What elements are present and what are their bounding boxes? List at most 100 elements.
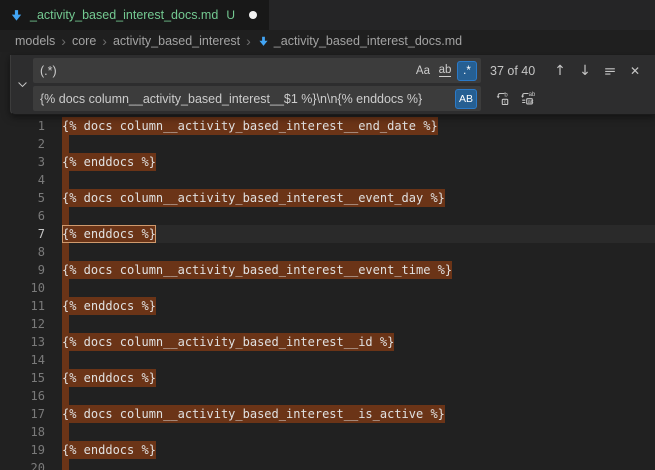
replace-button[interactable]: b c bbox=[491, 88, 513, 110]
code-line[interactable]: 14 bbox=[0, 351, 655, 369]
line-number[interactable]: 5 bbox=[0, 189, 45, 207]
code-line[interactable]: 5{% docs column__activity_based_interest… bbox=[0, 189, 655, 207]
preserve-case-button[interactable]: AB bbox=[455, 89, 477, 109]
find-match-highlight bbox=[62, 207, 69, 225]
code-line[interactable]: 3 {% enddocs %} bbox=[0, 153, 655, 171]
next-match-button[interactable]: ↓ bbox=[574, 60, 596, 82]
line-number[interactable]: 9 bbox=[0, 261, 45, 279]
line-number[interactable]: 8 bbox=[0, 243, 45, 261]
chevron-right-icon: › bbox=[59, 33, 68, 49]
find-match-highlight: {% docs column__activity_based_interest_… bbox=[62, 405, 445, 423]
code-line[interactable]: 16 bbox=[0, 387, 655, 405]
code-line[interactable]: 6 bbox=[0, 207, 655, 225]
find-match-highlight bbox=[62, 387, 69, 405]
code-line[interactable]: 18 bbox=[0, 423, 655, 441]
line-text: {% docs column__activity_based_interest_… bbox=[62, 117, 438, 135]
svg-text:c: c bbox=[504, 99, 507, 105]
find-match-highlight: {% enddocs %} bbox=[62, 153, 156, 171]
find-match-highlight: {% docs column__activity_based_interest_… bbox=[62, 261, 452, 279]
find-match-highlight: {% enddocs %} bbox=[62, 297, 156, 315]
find-input[interactable]: (.*) Aa ab .* bbox=[33, 58, 481, 83]
code-line[interactable]: 11 {% enddocs %} bbox=[0, 297, 655, 315]
line-number[interactable]: 20 bbox=[0, 459, 45, 470]
find-match-highlight: {% docs column__activity_based_interest_… bbox=[62, 117, 438, 135]
line-text bbox=[62, 171, 69, 189]
tab-title: _activity_based_interest_docs.md bbox=[30, 8, 218, 22]
breadcrumb-item-folder[interactable]: activity_based_interest bbox=[113, 34, 240, 48]
code-line[interactable]: 1 {% docs column__activity_based_interest… bbox=[0, 117, 655, 135]
breadcrumb-item-file[interactable]: _activity_based_interest_docs.md bbox=[257, 34, 462, 48]
line-number[interactable]: 3 bbox=[0, 153, 45, 171]
line-text: {% enddocs %} bbox=[62, 297, 156, 315]
code-line[interactable]: 19 {% enddocs %} bbox=[0, 441, 655, 459]
match-case-button[interactable]: Aa bbox=[413, 61, 433, 81]
line-number[interactable]: 11 bbox=[0, 297, 45, 315]
chevron-right-icon: › bbox=[100, 33, 109, 49]
line-number[interactable]: 19 bbox=[0, 441, 45, 459]
svg-text:b: b bbox=[504, 92, 508, 98]
line-text: {% enddocs %} bbox=[62, 369, 156, 387]
code-line[interactable]: 7 {% enddocs %} bbox=[0, 225, 655, 243]
code-line[interactable]: 20 bbox=[0, 459, 655, 470]
markdown-file-icon bbox=[9, 8, 24, 23]
line-number[interactable]: 17 bbox=[0, 405, 45, 423]
whole-word-button[interactable]: ab bbox=[435, 61, 455, 81]
line-number[interactable]: 14 bbox=[0, 351, 45, 369]
line-number[interactable]: 12 bbox=[0, 315, 45, 333]
line-text bbox=[62, 243, 69, 261]
code-line[interactable]: 10 bbox=[0, 279, 655, 297]
line-text: {% docs column__activity_based_interest_… bbox=[62, 333, 394, 351]
find-match-highlight bbox=[62, 171, 69, 189]
line-text bbox=[62, 387, 69, 405]
line-number[interactable]: 18 bbox=[0, 423, 45, 441]
line-number[interactable]: 2 bbox=[0, 135, 45, 153]
current-find-match: {% enddocs %} bbox=[62, 225, 156, 243]
find-match-highlight bbox=[62, 423, 69, 441]
find-in-selection-button[interactable] bbox=[599, 60, 621, 82]
code-line[interactable]: 17 {% docs column__activity_based_interes… bbox=[0, 405, 655, 423]
find-match-highlight: {% enddocs %} bbox=[62, 441, 156, 459]
line-number[interactable]: 10 bbox=[0, 279, 45, 297]
replace-all-button[interactable]: ab ac bbox=[516, 88, 538, 110]
tab-active[interactable]: _activity_based_interest_docs.md U bbox=[0, 0, 269, 30]
tab-bar: _activity_based_interest_docs.md U bbox=[0, 0, 655, 30]
line-number[interactable]: 15 bbox=[0, 369, 45, 387]
arrow-up-icon: ↑ bbox=[554, 63, 566, 79]
svg-text:ab: ab bbox=[529, 92, 535, 98]
line-number[interactable]: 1 bbox=[0, 117, 45, 135]
line-text bbox=[62, 207, 69, 225]
previous-match-button[interactable]: ↑ bbox=[549, 60, 571, 82]
code-line[interactable]: 15 {% enddocs %} bbox=[0, 369, 655, 387]
replace-input[interactable]: {% docs column__activity_based_interest_… bbox=[33, 86, 481, 111]
replace-icon: b c bbox=[494, 91, 510, 107]
git-status-badge: U bbox=[226, 8, 235, 22]
line-number[interactable]: 4 bbox=[0, 171, 45, 189]
toggle-replace-button[interactable] bbox=[11, 55, 33, 114]
code-line[interactable]: 2 bbox=[0, 135, 655, 153]
svg-text:ac: ac bbox=[528, 98, 534, 104]
find-match-highlight bbox=[62, 279, 69, 297]
regex-button[interactable]: .* bbox=[457, 61, 477, 81]
breadcrumb: models › core › activity_based_interest … bbox=[0, 30, 655, 52]
line-number[interactable]: 13 bbox=[0, 333, 45, 351]
line-number[interactable]: 6 bbox=[0, 207, 45, 225]
find-replace-widget: (.*) Aa ab .* 37 of 40 ↑ ↓ bbox=[10, 55, 655, 115]
close-button[interactable]: ✕ bbox=[624, 60, 646, 82]
editor[interactable]: (.*) Aa ab .* 37 of 40 ↑ ↓ bbox=[0, 52, 655, 470]
line-number[interactable]: 16 bbox=[0, 387, 45, 405]
markdown-file-icon bbox=[257, 35, 270, 48]
selection-icon bbox=[603, 64, 617, 78]
chevron-right-icon: › bbox=[244, 33, 253, 49]
code-line[interactable]: 13 {% docs column__activity_based_interes… bbox=[0, 333, 655, 351]
breadcrumb-item-core[interactable]: core bbox=[72, 34, 96, 48]
modified-dot-icon[interactable] bbox=[249, 11, 257, 19]
code-line[interactable]: 8 bbox=[0, 243, 655, 261]
code-line[interactable]: 9 {% docs column__activity_based_interest… bbox=[0, 261, 655, 279]
code-line[interactable]: 12 bbox=[0, 315, 655, 333]
line-text bbox=[62, 423, 69, 441]
breadcrumb-item-models[interactable]: models bbox=[15, 34, 55, 48]
line-text: {% enddocs %} bbox=[62, 225, 156, 243]
line-number[interactable]: 7 bbox=[0, 225, 45, 243]
line-text: {% enddocs %} bbox=[62, 153, 156, 171]
code-line[interactable]: 4 bbox=[0, 171, 655, 189]
